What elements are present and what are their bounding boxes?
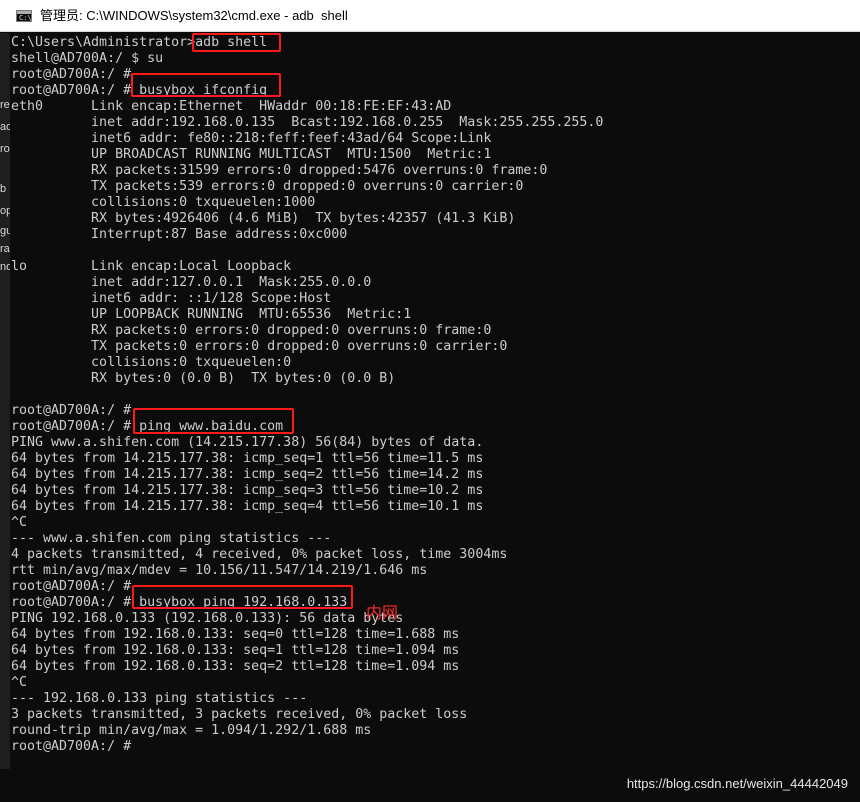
terminal-line: collisions:0 txqueuelen:1000 — [11, 195, 316, 210]
highlight-busybox-ifconfig — [131, 73, 281, 97]
terminal-line: RX bytes:4926406 (4.6 MiB) TX bytes:4235… — [11, 211, 516, 226]
sliver-text-fragment: re — [0, 99, 10, 111]
terminal-line: 64 bytes from 192.168.0.133: seq=0 ttl=1… — [11, 627, 460, 642]
terminal-line: inet addr:127.0.0.1 Mask:255.0.0.0 — [11, 275, 372, 290]
background-window-sliver: re ad ro b op gu ra nd — [0, 33, 10, 769]
sliver-text-fragment: gu — [0, 225, 10, 237]
highlight-busybox-ping — [132, 585, 353, 609]
title-bar[interactable]: C:\ 管理员: C:\WINDOWS\system32\cmd.exe - a… — [0, 0, 860, 32]
terminal-line: TX packets:0 errors:0 dropped:0 overruns… — [11, 339, 508, 354]
terminal-line: 64 bytes from 14.215.177.38: icmp_seq=1 … — [11, 451, 484, 466]
terminal-line: rtt min/avg/max/mdev = 10.156/11.547/14.… — [11, 563, 428, 578]
terminal-line: --- 192.168.0.133 ping statistics --- — [11, 691, 308, 706]
terminal-line: 64 bytes from 14.215.177.38: icmp_seq=3 … — [11, 483, 484, 498]
terminal-line: lo Link encap:Local Loopback — [11, 259, 292, 274]
terminal-line: inet6 addr: ::1/128 Scope:Host — [11, 291, 332, 306]
terminal-line: ^C — [11, 675, 28, 690]
terminal-line: ^C — [11, 515, 28, 530]
terminal-line: PING www.a.shifen.com (14.215.177.38) 56… — [11, 435, 484, 450]
terminal-line: inet addr:192.168.0.135 Bcast:192.168.0.… — [11, 115, 604, 130]
sliver-text-fragment: nd — [0, 261, 10, 273]
terminal-line: RX packets:0 errors:0 dropped:0 overruns… — [11, 323, 492, 338]
terminal-output[interactable]: root@AD700A:/ # round-trip min/avg/max = … — [11, 33, 860, 769]
sliver-text-fragment: b — [0, 183, 7, 195]
terminal-line: root@AD700A:/ # — [11, 403, 132, 418]
terminal-line: collisions:0 txqueuelen:0 — [11, 355, 292, 370]
terminal-line: UP BROADCAST RUNNING MULTICAST MTU:1500 … — [11, 147, 492, 162]
terminal-line: 64 bytes from 192.168.0.133: seq=2 ttl=1… — [11, 659, 460, 674]
terminal-line: 64 bytes from 14.215.177.38: icmp_seq=4 … — [11, 499, 484, 514]
terminal-line: root@AD700A:/ # — [11, 579, 132, 594]
sliver-text-fragment: ad — [0, 121, 10, 133]
terminal-line: 64 bytes from 192.168.0.133: seq=1 ttl=1… — [11, 643, 460, 658]
terminal-line: TX packets:539 errors:0 dropped:0 overru… — [11, 179, 524, 194]
terminal-line: round-trip min/avg/max = 1.094/1.292/1.6… — [11, 723, 372, 738]
highlight-ping-baidu — [133, 408, 294, 434]
terminal-line: RX packets:31599 errors:0 dropped:5476 o… — [11, 163, 548, 178]
terminal-line: inet6 addr: fe80::218:feff:feef:43ad/64 … — [11, 131, 492, 146]
sliver-text-fragment: ro — [0, 143, 10, 155]
terminal-line: Interrupt:87 Base address:0xc000 — [11, 227, 348, 242]
sliver-text-fragment: ra — [0, 243, 10, 255]
cmd-icon: C:\ — [16, 10, 32, 22]
terminal-line: root@AD700A:/ # — [11, 739, 132, 754]
terminal-line: 3 packets transmitted, 3 packets receive… — [11, 707, 468, 722]
watermark: https://blog.csdn.net/weixin_44442049 — [626, 776, 848, 791]
terminal-line: --- www.a.shifen.com ping statistics --- — [11, 531, 332, 546]
terminal-line: 4 packets transmitted, 4 received, 0% pa… — [11, 547, 508, 562]
annotation-intranet: 内网 — [366, 603, 399, 622]
terminal-line: root@AD700A:/ # — [11, 67, 132, 82]
sliver-text-fragment: op — [0, 205, 10, 217]
terminal-line: PING 192.168.0.133 (192.168.0.133): 56 d… — [11, 611, 404, 626]
terminal-line: shell@AD700A:/ $ su — [11, 51, 164, 66]
highlight-adb-shell — [192, 33, 281, 52]
window-title: 管理员: C:\WINDOWS\system32\cmd.exe - adb s… — [40, 8, 348, 23]
terminal-line: UP LOOPBACK RUNNING MTU:65536 Metric:1 — [11, 307, 412, 322]
terminal-line: eth0 Link encap:Ethernet HWaddr 00:18:FE… — [11, 99, 452, 114]
terminal-line: 64 bytes from 14.215.177.38: icmp_seq=2 … — [11, 467, 484, 482]
terminal-line: RX bytes:0 (0.0 B) TX bytes:0 (0.0 B) — [11, 371, 396, 386]
